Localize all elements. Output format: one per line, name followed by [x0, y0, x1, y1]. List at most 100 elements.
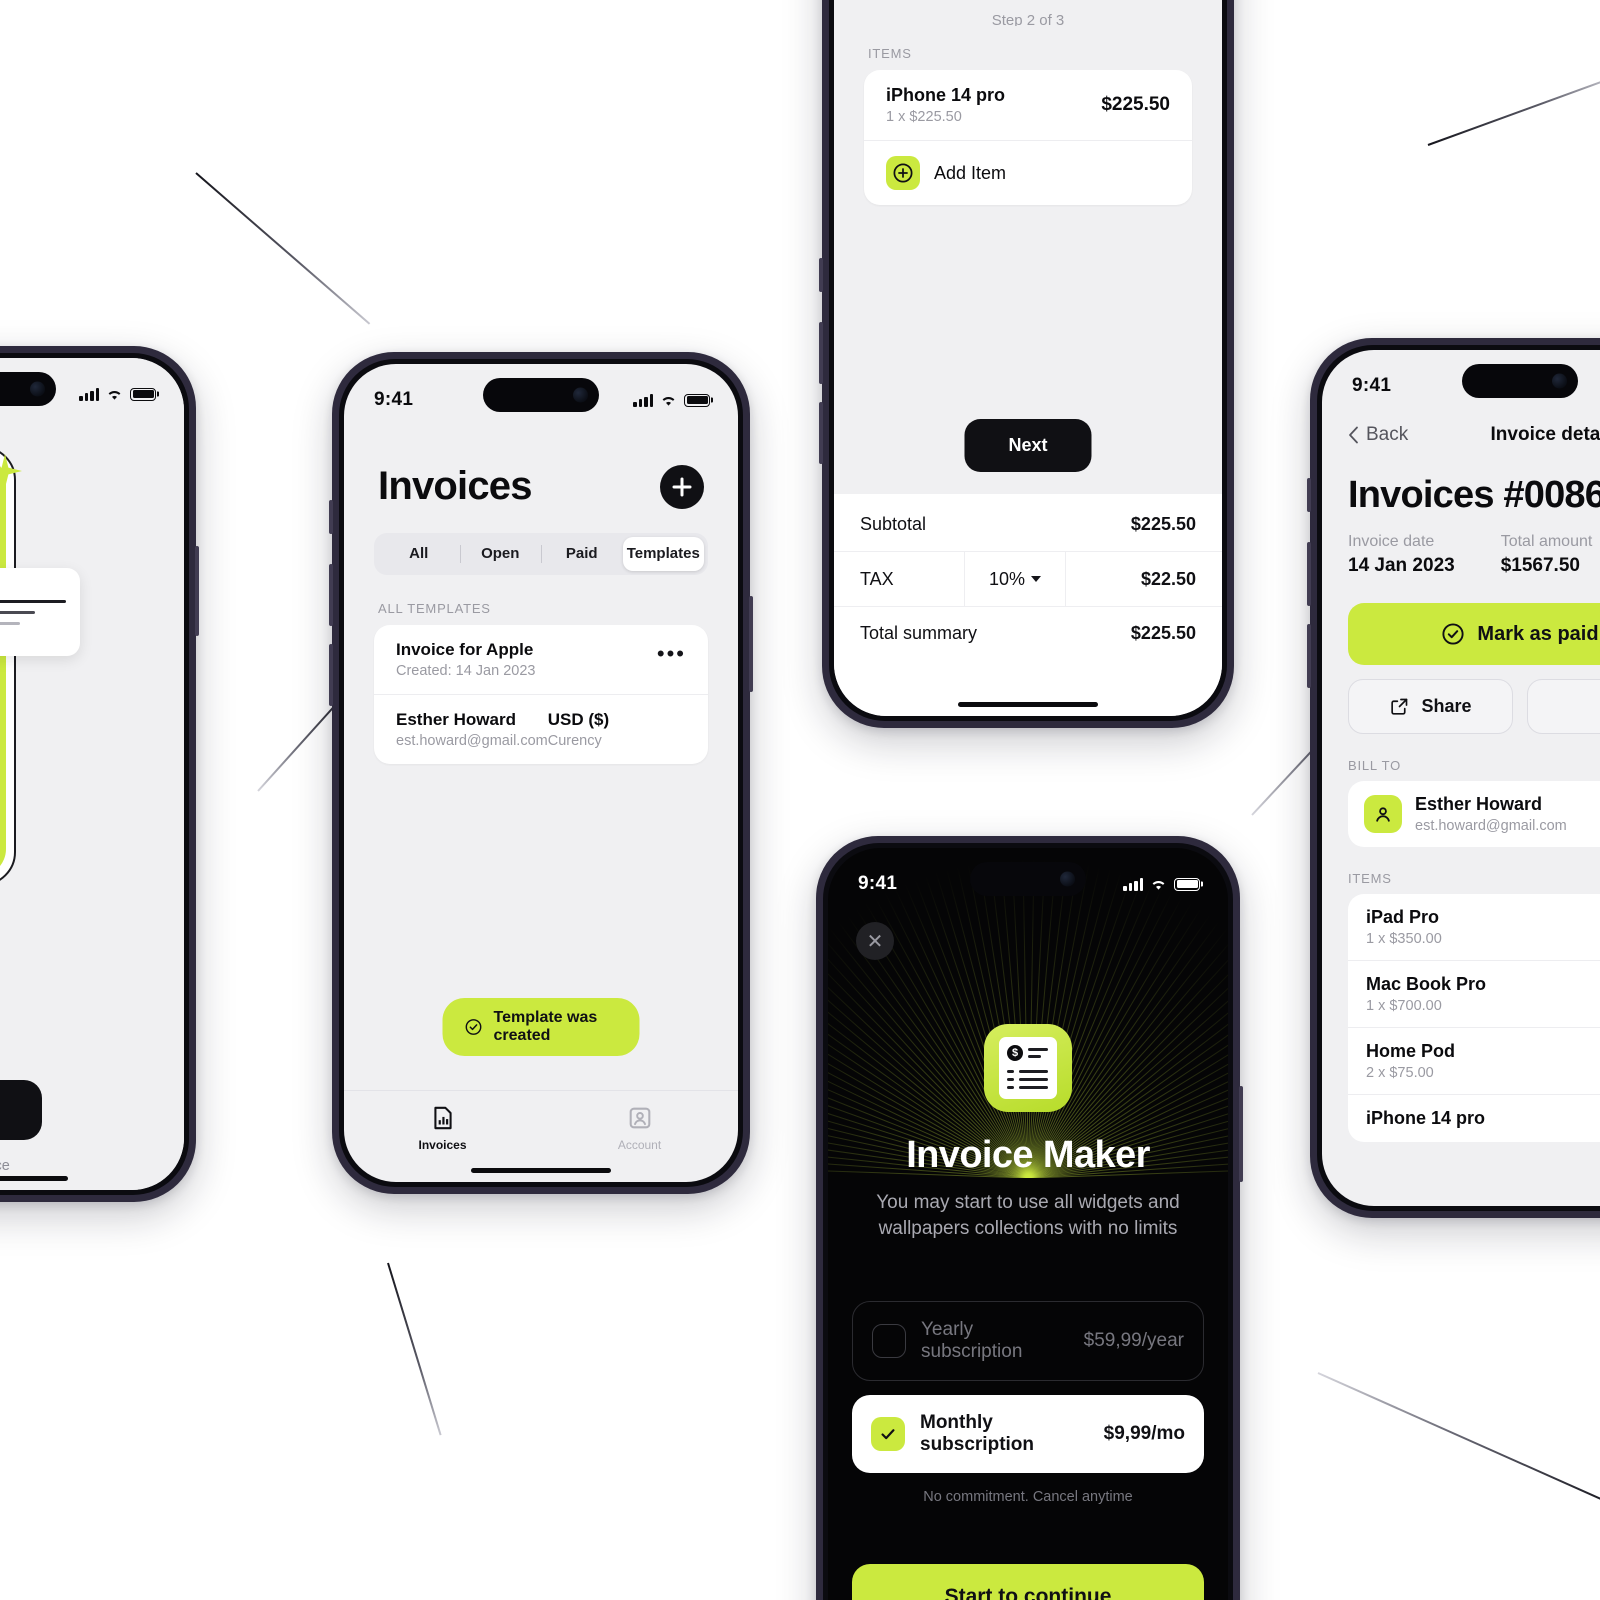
tab-bar-label-invoices: Invoices	[418, 1138, 467, 1152]
cellular-icon	[1123, 877, 1143, 891]
nav-bar: Back Invoice details	[1322, 406, 1600, 446]
invoice-filter-tabs[interactable]: All Open Paid Templates	[374, 533, 708, 575]
next-button[interactable]: Next	[964, 419, 1092, 472]
template-card[interactable]: Invoice for Apple Created: 14 Jan 2023 •…	[374, 625, 708, 764]
home-indicator	[958, 702, 1098, 707]
status-time: 9:41	[858, 873, 898, 894]
client-email: est.howard@gmail.com	[396, 733, 548, 749]
plan-option-yearly[interactable]: Yearly subscription $59,99/year	[852, 1301, 1204, 1382]
paywall-title: Invoice Maker	[906, 1134, 1150, 1176]
detail-item-name: iPad Pro	[1366, 907, 1440, 927]
tab-open[interactable]: Open	[459, 537, 542, 571]
invoice-date-value: 14 Jan 2023	[1348, 555, 1455, 576]
user-icon	[1364, 795, 1402, 833]
screen-invoices: 9:41 Invoices All Open Paid Templates AL…	[344, 364, 738, 1182]
paywall-body: access to all invoices & h access unlimi…	[0, 980, 48, 1054]
detail-item-row[interactable]: Home Pod 2 x $75.00	[1348, 1027, 1600, 1094]
wifi-icon	[108, 390, 121, 400]
tax-rate-value: 10%	[988, 568, 1025, 589]
terms-of-service-link[interactable]: Terms of service	[0, 1158, 10, 1174]
invoice-number-heading: Invoices #0086	[1348, 474, 1600, 516]
section-label-all-templates: ALL TEMPLATES	[378, 601, 491, 616]
volume-up-button[interactable]	[1307, 542, 1311, 606]
template-header-row: Invoice for Apple Created: 14 Jan 2023 •…	[374, 625, 708, 694]
tab-paid[interactable]: Paid	[541, 537, 623, 571]
item-name: iPhone 14 pro	[886, 85, 1006, 105]
step-indicator: Step 2 of 3	[991, 12, 1065, 26]
mark-as-paid-label: Mark as paid	[1477, 622, 1599, 645]
cellular-icon	[633, 393, 653, 407]
phone-invoice-details: 9:41 Back Invoice details	[1307, 338, 1600, 1218]
total-amount-value: $1567.50	[1500, 555, 1580, 576]
total-row-summary: Total summary $225.50	[834, 606, 1222, 660]
add-item-label: Add Item	[934, 162, 1007, 183]
invoice-date-label: Invoice date	[1348, 533, 1435, 550]
checkbox-unchecked-icon[interactable]	[872, 1324, 906, 1359]
paywall-subtitle-line2: wallpapers collections with no limits	[878, 1217, 1178, 1239]
more-horizontal-icon[interactable]: •••	[657, 640, 686, 664]
cellular-icon	[79, 387, 99, 401]
silent-switch[interactable]	[1307, 478, 1311, 512]
secondary-action-button[interactable]	[1527, 679, 1600, 734]
volume-down-button[interactable]	[1307, 624, 1311, 688]
total-summary-label: Total summary	[860, 623, 978, 643]
plus-circle-icon	[886, 156, 920, 190]
detail-item-row[interactable]: Mac Book Pro 1 x $700.00	[1348, 960, 1600, 1027]
detail-item-name: Mac Book Pro	[1366, 974, 1487, 994]
detail-item-row[interactable]: iPad Pro 1 x $350.00	[1348, 894, 1600, 960]
volume-up-button[interactable]	[819, 322, 823, 384]
details-items-card: iPad Pro 1 x $350.00 Mac Book Pro 1 x $7…	[1348, 894, 1600, 1142]
screen-invoice-items: Step 2 of 3 ITEMS iPhone 14 pro 1 x $225…	[834, 0, 1222, 716]
items-label: ITEMS	[1348, 871, 1392, 886]
status-time: 9:41	[1352, 375, 1392, 396]
detail-item-name: Home Pod	[1366, 1041, 1456, 1061]
power-button[interactable]	[749, 596, 753, 692]
silent-switch[interactable]	[329, 500, 333, 534]
totals-section: Subtotal $225.50 TAX 10% $22.50 Total su…	[834, 494, 1222, 716]
mark-as-paid-button[interactable]: Mark as paid	[1348, 603, 1600, 665]
share-button[interactable]: Share	[1348, 679, 1513, 734]
phone-subscription-paywall: 9:41 ✕ $ Invoice Maker You may start to …	[816, 836, 1243, 1600]
tab-all[interactable]: All	[378, 537, 460, 571]
dynamic-island	[483, 378, 599, 412]
item-amount: $225.50	[1101, 94, 1170, 115]
status-time: 9:41	[374, 389, 414, 410]
dynamic-island	[1462, 364, 1578, 398]
tax-rate-dropdown[interactable]: 10%	[963, 552, 1066, 606]
items-card: iPhone 14 pro 1 x $225.50 $225.50 Add It…	[864, 70, 1192, 205]
plan-option-monthly[interactable]: Monthly subscription $9,99/mo	[852, 1395, 1204, 1474]
battery-icon	[1174, 877, 1200, 891]
power-button[interactable]	[195, 546, 199, 636]
wifi-icon	[1152, 880, 1165, 890]
illustration-area: t to continue h full access access to al…	[0, 358, 184, 1190]
checkbox-checked-icon[interactable]	[871, 1417, 905, 1452]
close-icon[interactable]: ✕	[856, 922, 894, 960]
item-row[interactable]: iPhone 14 pro 1 x $225.50 $225.50	[864, 70, 1192, 140]
power-button[interactable]	[1239, 1086, 1243, 1182]
tax-label: TAX	[860, 568, 894, 589]
paywall-body-line3: 5.99 per month	[0, 1030, 48, 1055]
paywall-subtitle-line1: You may start to use all widgets and	[876, 1192, 1180, 1213]
paywall-start-button[interactable]: tart to continue	[0, 1080, 42, 1140]
connector-line-1	[195, 172, 371, 325]
wifi-icon	[662, 396, 675, 406]
tab-templates[interactable]: Templates	[622, 537, 704, 571]
bill-to-card[interactable]: Esther Howard est.howard@gmail.com	[1348, 781, 1600, 847]
subtotal-label: Subtotal	[860, 514, 927, 534]
silent-switch[interactable]	[819, 258, 823, 292]
add-item-row[interactable]: Add Item	[864, 140, 1192, 205]
plan-yearly-name: Yearly subscription	[921, 1319, 1023, 1363]
detail-item-qty: 1 x $700.00	[1366, 998, 1442, 1014]
detail-item-row[interactable]: iPhone 14 pro	[1348, 1094, 1600, 1142]
phone-onboarding-paywall: t to continue h full access access to al…	[0, 346, 199, 1202]
volume-up-button[interactable]	[329, 564, 333, 626]
start-to-continue-button[interactable]: Start to continue	[852, 1564, 1204, 1600]
paywall-content: ✕ $ Invoice Maker You may start to use a…	[828, 848, 1228, 1600]
presentation-canvas: t to continue h full access access to al…	[0, 0, 1600, 1600]
paywall-body-line2: h access unlimited just for	[0, 1005, 48, 1030]
volume-down-button[interactable]	[329, 644, 333, 706]
add-invoice-button[interactable]	[660, 464, 704, 509]
volume-down-button[interactable]	[819, 402, 823, 464]
home-indicator	[471, 1168, 611, 1173]
total-row-tax: TAX 10% $22.50	[834, 551, 1222, 606]
